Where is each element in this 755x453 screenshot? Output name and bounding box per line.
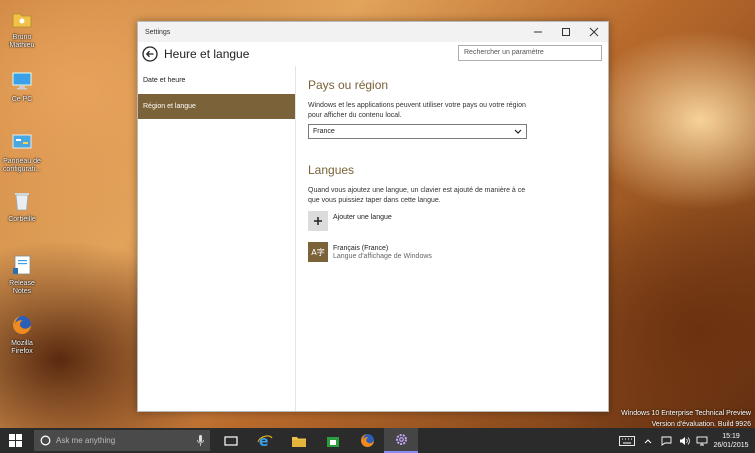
back-arrow-icon: [142, 46, 158, 62]
nav-item-region-language[interactable]: Région et langue: [138, 94, 295, 119]
taskbar-firefox[interactable]: [350, 428, 384, 453]
language-glyph-icon: A字: [308, 242, 328, 262]
taskbar-store[interactable]: [316, 428, 350, 453]
touch-keyboard-button[interactable]: [615, 428, 639, 453]
clock-date: 26/01/2015: [713, 441, 749, 449]
region-section-title: Pays ou région: [308, 78, 389, 92]
taskbar-clock[interactable]: 15:19 26/01/2015: [711, 432, 751, 450]
window-title: Settings: [145, 28, 171, 36]
country-select-value: France: [313, 128, 335, 135]
control-panel-icon: [9, 130, 35, 156]
cortana-search-box[interactable]: Ask me anything: [34, 430, 210, 451]
clock-time: 15:19: [722, 432, 740, 440]
language-name: Français (France): [333, 244, 389, 252]
firefox-icon: [360, 434, 374, 447]
nav-item-label: Date et heure: [143, 76, 186, 84]
settings-header: Heure et langue Rechercher un paramètre: [138, 42, 608, 66]
firefox-icon: [9, 312, 35, 338]
taskbar-explorer[interactable]: [282, 428, 316, 453]
add-language-label: Ajouter une langue: [333, 213, 392, 221]
desktop-icon-label: Mozilla Firefox: [11, 340, 33, 355]
desktop-icon-label: Panneau de configurati...: [2, 158, 42, 173]
tray-chevron-button[interactable]: [639, 428, 657, 453]
windows-logo-icon: [8, 434, 22, 447]
title-bar[interactable]: Settings: [138, 22, 608, 42]
back-button[interactable]: [142, 46, 158, 62]
taskbar-ie[interactable]: e: [248, 428, 282, 453]
close-button[interactable]: [580, 22, 608, 42]
settings-search-input[interactable]: Rechercher un paramètre: [458, 45, 602, 61]
plus-icon: [308, 211, 328, 231]
user-folder-icon: [9, 6, 35, 32]
speaker-icon: [679, 436, 690, 445]
microphone-icon: [197, 435, 204, 446]
system-tray: 15:19 26/01/2015: [615, 428, 755, 453]
add-language-button[interactable]: Ajouter une langue: [308, 211, 596, 231]
message-icon: [661, 436, 671, 446]
network-button[interactable]: [693, 428, 711, 453]
close-icon: [589, 27, 599, 37]
maximize-button[interactable]: [552, 22, 580, 42]
nav-item-date-time[interactable]: Date et heure: [138, 68, 295, 92]
desktop-icon-release-notes[interactable]: Release Notes: [2, 252, 42, 296]
languages-description: Quand vous ajoutez une langue, un clavie…: [308, 187, 526, 204]
store-icon: [327, 436, 339, 447]
chevron-up-icon: [644, 438, 652, 443]
minimize-icon: [534, 31, 542, 33]
computer-icon: [9, 68, 35, 94]
desktop-icon-label: Corbeille: [8, 216, 36, 223]
chevron-down-icon: [514, 129, 522, 134]
recycle-bin-icon: [9, 188, 35, 214]
languages-section-title: Langues: [308, 163, 355, 177]
maximize-icon: [562, 28, 570, 36]
keyboard-icon: [619, 435, 635, 446]
taskbar: Ask me anything e 15:19 26/01/2015: [0, 428, 755, 453]
desktop-icon-user-folder[interactable]: Bruno Mathieu: [2, 6, 42, 50]
internet-explorer-icon: e: [257, 434, 273, 449]
volume-button[interactable]: [675, 428, 693, 453]
nav-item-label: Région et langue: [143, 103, 196, 110]
region-description: Windows et les applications peuvent util…: [308, 102, 526, 119]
language-item[interactable]: A字 Français (France) Langue d'affichage …: [308, 242, 596, 262]
network-icon: [696, 436, 708, 445]
file-explorer-icon: [292, 436, 306, 447]
language-subtitle: Langue d'affichage de Windows: [333, 252, 432, 260]
action-center-button[interactable]: [657, 428, 675, 453]
gear-icon: [395, 434, 407, 445]
start-button[interactable]: [0, 428, 30, 453]
desktop-icon-this-pc[interactable]: Ce PC: [2, 68, 42, 104]
cortana-placeholder: Ask me anything: [56, 436, 116, 445]
taskbar-settings[interactable]: [384, 428, 418, 453]
release-notes-icon: [9, 252, 35, 278]
country-select[interactable]: France: [308, 124, 527, 139]
settings-content: Pays ou région Windows et les applicatio…: [296, 66, 608, 411]
page-title: Heure et langue: [164, 47, 250, 61]
desktop-icon-label: Release Notes: [9, 280, 35, 295]
desktop-icon-label: Ce PC: [11, 96, 33, 103]
watermark-line: Windows 10 Enterprise Technical Preview: [621, 410, 751, 417]
task-view-button[interactable]: [214, 428, 248, 453]
settings-nav: Date et heure Région et langue: [138, 66, 296, 411]
desktop-icon-recycle-bin[interactable]: Corbeille: [2, 188, 42, 224]
build-watermark: Windows 10 Enterprise Technical Preview …: [621, 408, 751, 430]
desktop-icon-control-panel[interactable]: Panneau de configurati...: [2, 130, 42, 174]
desktop-icon-label: Bruno Mathieu: [9, 34, 35, 49]
cortana-icon: [40, 435, 51, 446]
settings-window: Settings Heure et langue Rechercher un p…: [137, 21, 609, 412]
task-view-icon: [224, 435, 238, 446]
minimize-button[interactable]: [524, 22, 552, 42]
desktop-icon-firefox[interactable]: Mozilla Firefox: [2, 312, 42, 356]
